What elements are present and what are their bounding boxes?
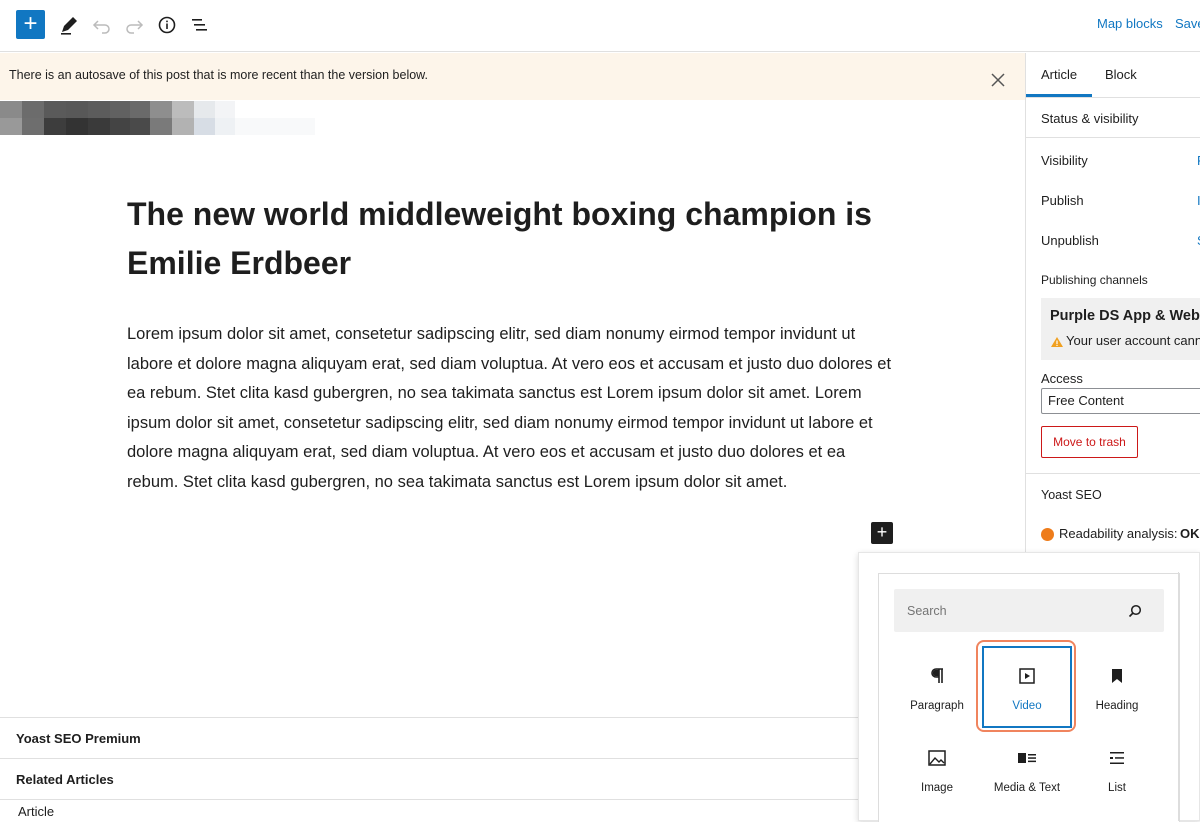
yoast-seo-panel-toggle[interactable]: Yoast SEO <box>1041 488 1102 502</box>
block-item-paragraph[interactable]: Paragraph <box>892 646 982 730</box>
unpublish-label: Unpublish <box>1041 233 1099 248</box>
block-item-media-text[interactable]: Media & Text <box>982 728 1072 812</box>
meta-box-yoast-seo-premium[interactable]: Yoast SEO Premium <box>0 717 858 758</box>
add-block-button[interactable]: + <box>16 10 45 39</box>
inline-add-block-button[interactable]: + <box>871 522 893 544</box>
notice-message: There is an autosave of this post that i… <box>9 68 428 82</box>
publishing-channels-label: Publishing channels <box>1041 273 1148 287</box>
block-item-heading[interactable]: Heading <box>1072 646 1162 730</box>
tab-block[interactable]: Block <box>1105 67 1137 82</box>
editor-toolbar: + Map blocks Save <box>0 0 1200 52</box>
close-icon[interactable] <box>988 70 1008 90</box>
publishing-channel-card: Purple DS App & Web Your user account ca… <box>1041 298 1200 360</box>
block-item-label: Image <box>921 782 953 794</box>
access-select[interactable]: Free Content <box>1041 388 1200 414</box>
list-icon <box>1107 748 1127 768</box>
visibility-label: Visibility <box>1041 153 1088 168</box>
block-item-label: Heading <box>1095 700 1139 712</box>
block-item-image[interactable]: Image <box>892 728 982 812</box>
block-item-label: List <box>1108 782 1126 794</box>
block-item-video[interactable]: Video <box>982 646 1072 730</box>
save-button[interactable]: Save <box>1175 16 1200 31</box>
access-label: Access <box>1041 371 1083 386</box>
map-blocks-link[interactable]: Map blocks <box>1097 16 1163 31</box>
move-to-trash-button[interactable]: Move to trash <box>1041 426 1138 458</box>
redo-icon[interactable] <box>121 12 147 38</box>
bookmark-icon <box>1107 666 1127 686</box>
autosave-notice: There is an autosave of this post that i… <box>0 53 1025 100</box>
image-icon <box>927 748 947 768</box>
video-icon <box>1017 666 1037 686</box>
paragraph-block[interactable]: Lorem ipsum dolor sit amet, consetetur s… <box>127 320 897 497</box>
readability-score-icon <box>1041 528 1054 541</box>
meta-box-related-articles[interactable]: Related Articles <box>0 758 858 799</box>
meta-box-label: Related Articles <box>16 772 114 787</box>
channel-warning-text: Your user account cann <box>1066 333 1200 348</box>
block-item-label: Paragraph <box>910 700 964 712</box>
block-item-label: Media & Text <box>993 782 1061 794</box>
block-search-input[interactable] <box>894 589 1164 632</box>
meta-box-label: Article <box>18 804 55 819</box>
inserter-scrollbar[interactable] <box>1178 572 1179 821</box>
pixelated-image-strip <box>0 101 1025 135</box>
publish-label: Publish <box>1041 193 1084 208</box>
block-item-label: Video <box>1012 700 1042 712</box>
media-text-icon <box>1017 748 1037 768</box>
warning-icon <box>1050 335 1064 347</box>
meta-box-article: Article <box>0 799 858 821</box>
channel-name: Purple DS App & Web <box>1050 308 1200 324</box>
readability-analysis-label: Readability analysis: <box>1059 526 1178 541</box>
undo-icon[interactable] <box>89 12 115 38</box>
meta-box-label: Yoast SEO Premium <box>16 731 141 746</box>
readability-analysis-value: OK <box>1180 526 1200 541</box>
status-visibility-panel-toggle[interactable]: Status & visibility <box>1041 111 1139 126</box>
tab-article[interactable]: Article <box>1041 67 1077 82</box>
info-icon[interactable] <box>154 12 180 38</box>
block-item-list[interactable]: List <box>1072 728 1162 812</box>
search-icon <box>1127 603 1143 619</box>
pencil-icon[interactable] <box>56 12 82 38</box>
paragraph-icon <box>927 666 947 686</box>
post-title[interactable]: The new world middleweight boxing champi… <box>127 190 907 288</box>
list-view-icon[interactable] <box>187 12 213 38</box>
